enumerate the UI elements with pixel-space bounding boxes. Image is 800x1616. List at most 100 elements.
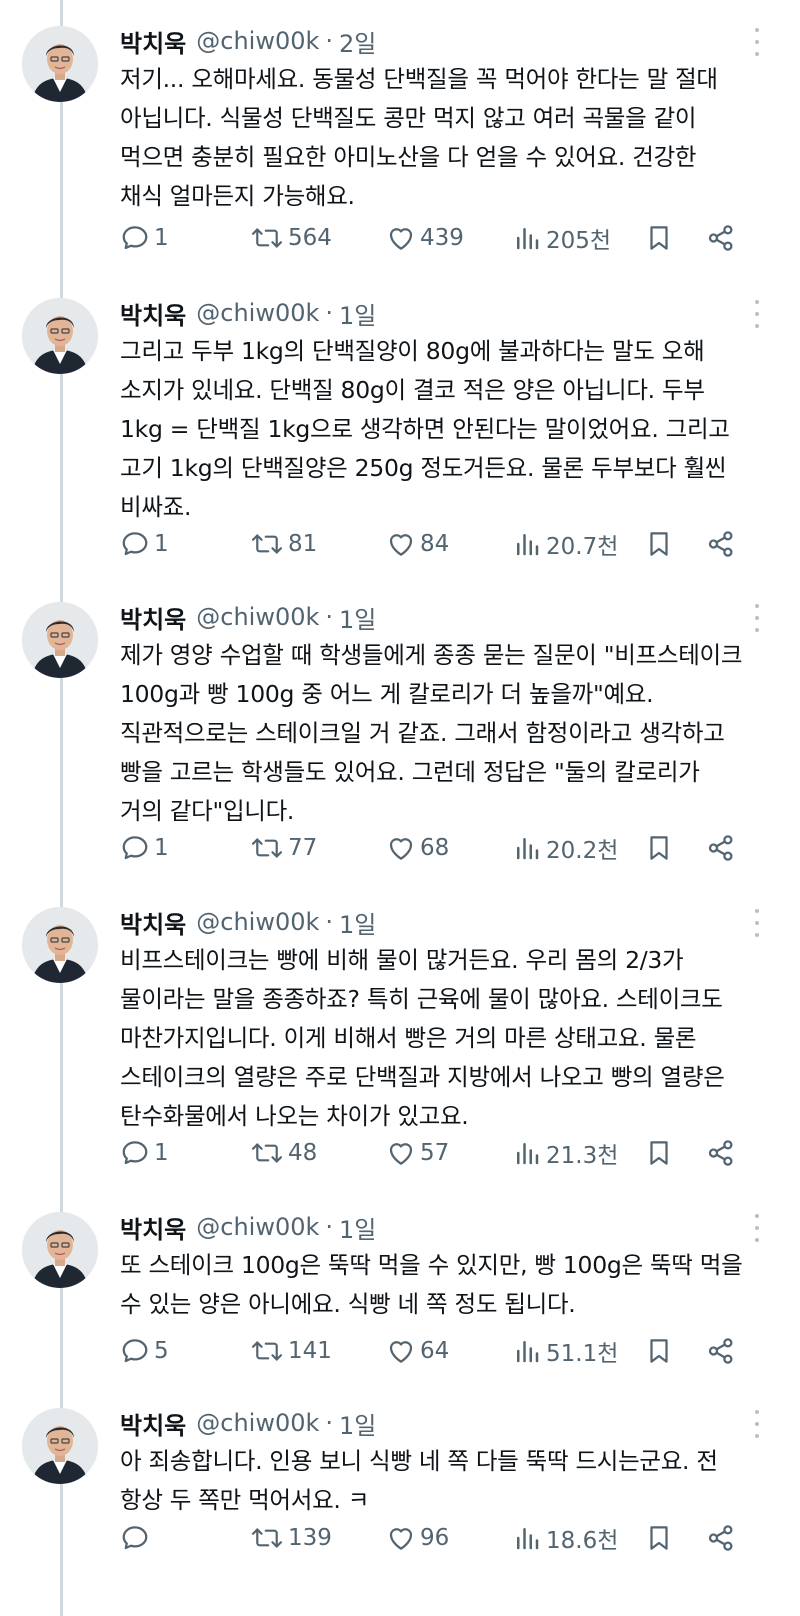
- timestamp[interactable]: 1일: [339, 905, 376, 940]
- like-button[interactable]: 84: [386, 524, 449, 564]
- bookmark-icon: [650, 1526, 668, 1550]
- share-button[interactable]: [706, 1133, 736, 1173]
- reply-count: 1: [154, 225, 169, 251]
- user-handle[interactable]: @chiw00k: [196, 299, 319, 327]
- like-count: 84: [420, 531, 450, 557]
- bookmark-icon: [650, 226, 668, 250]
- display-name[interactable]: 박치욱: [120, 600, 186, 635]
- retweet-count: 139: [288, 1525, 332, 1551]
- more-options-icon[interactable]: [752, 1214, 762, 1242]
- avatar[interactable]: [22, 907, 98, 983]
- retweet-icon: [251, 838, 283, 858]
- analytics-icon: [517, 1341, 539, 1363]
- avatar[interactable]: [22, 26, 98, 102]
- share-button[interactable]: [706, 828, 736, 868]
- more-options-icon[interactable]: [752, 1410, 762, 1438]
- retweet-icon: [251, 534, 283, 554]
- bookmark-button[interactable]: [644, 828, 674, 868]
- tweet[interactable]: 박치욱 @chiw00k · 1일 그리고 두부 1kg의 단백질양이 80g에…: [0, 272, 800, 577]
- user-handle[interactable]: @chiw00k: [196, 27, 319, 55]
- like-button[interactable]: 96: [386, 1518, 449, 1558]
- tweet[interactable]: 박치욱 @chiw00k · 2일 저기... 오해마세요. 동물성 단백질을 …: [0, 0, 800, 302]
- reply-button[interactable]: 1: [120, 828, 169, 868]
- timestamp[interactable]: 2일: [339, 24, 376, 59]
- like-button[interactable]: 64: [386, 1331, 449, 1371]
- like-button[interactable]: 68: [386, 828, 449, 868]
- share-button[interactable]: [706, 524, 736, 564]
- retweet-button[interactable]: 81: [250, 524, 317, 564]
- retweet-button[interactable]: 564: [250, 218, 332, 258]
- timestamp[interactable]: 1일: [339, 1210, 376, 1245]
- display-name[interactable]: 박치욱: [120, 905, 186, 940]
- like-count: 68: [420, 835, 450, 861]
- tweet-header: 박치욱 @chiw00k · 1일: [120, 905, 376, 939]
- like-count: 64: [420, 1338, 450, 1364]
- display-name[interactable]: 박치욱: [120, 1406, 186, 1441]
- more-options-icon[interactable]: [752, 300, 762, 328]
- analytics-icon: [517, 1528, 539, 1550]
- bookmark-button[interactable]: [644, 218, 674, 258]
- reply-button[interactable]: 1: [120, 1133, 169, 1173]
- bookmark-button[interactable]: [644, 524, 674, 564]
- views-button[interactable]: 18.6천: [512, 1518, 618, 1558]
- views-button[interactable]: 21.3천: [512, 1133, 618, 1173]
- views-button[interactable]: 20.2천: [512, 828, 618, 868]
- retweet-button[interactable]: 139: [250, 1518, 332, 1558]
- reply-button[interactable]: [120, 1518, 154, 1558]
- heart-icon: [389, 1143, 413, 1165]
- reply-button[interactable]: 1: [120, 524, 169, 564]
- like-button[interactable]: 439: [386, 218, 464, 258]
- display-name[interactable]: 박치욱: [120, 1210, 186, 1245]
- reply-icon: [122, 532, 148, 556]
- avatar-photo: [22, 907, 98, 983]
- display-name[interactable]: 박치욱: [120, 296, 186, 331]
- user-handle[interactable]: @chiw00k: [196, 603, 319, 631]
- tweet-text: 비프스테이크는 빵에 비해 물이 많거든요. 우리 몸의 2/3가 물이라는 말…: [120, 946, 725, 1130]
- user-handle[interactable]: @chiw00k: [196, 908, 319, 936]
- bookmark-button[interactable]: [644, 1518, 674, 1558]
- more-options-icon[interactable]: [752, 909, 762, 937]
- share-button[interactable]: [706, 1331, 736, 1371]
- reply-button[interactable]: 1: [120, 218, 169, 258]
- avatar[interactable]: [22, 298, 98, 374]
- retweet-button[interactable]: 48: [250, 1133, 317, 1173]
- reply-button[interactable]: 5: [120, 1331, 169, 1371]
- avatar[interactable]: [22, 1212, 98, 1288]
- more-options-icon[interactable]: [752, 28, 762, 56]
- view-count: 20.2천: [546, 838, 619, 864]
- tweet[interactable]: 박치욱 @chiw00k · 1일 제가 영양 수업할 때 학생들에게 종종 묻…: [0, 576, 800, 881]
- avatar[interactable]: [22, 1408, 98, 1484]
- share-button[interactable]: [706, 218, 736, 258]
- timestamp[interactable]: 1일: [339, 1406, 376, 1441]
- more-options-icon[interactable]: [752, 604, 762, 632]
- user-handle[interactable]: @chiw00k: [196, 1409, 319, 1437]
- reply-count: 1: [154, 531, 169, 557]
- tweet[interactable]: 박치욱 @chiw00k · 1일 아 죄송합니다. 인용 보니 식빵 네 쪽 …: [0, 1382, 800, 1616]
- display-name[interactable]: 박치욱: [120, 24, 186, 59]
- timestamp[interactable]: 1일: [339, 600, 376, 635]
- tweet-header: 박치욱 @chiw00k · 1일: [120, 296, 376, 330]
- action-bar: 1 564 439 205천: [120, 218, 770, 258]
- tweet-header: 박치욱 @chiw00k · 1일: [120, 600, 376, 634]
- view-count: 205천: [546, 228, 612, 254]
- share-button[interactable]: [706, 1518, 736, 1558]
- views-button[interactable]: 205천: [512, 218, 611, 258]
- retweet-button[interactable]: 141: [250, 1331, 332, 1371]
- action-bar: 139 96 18.6천: [120, 1518, 770, 1558]
- tweet[interactable]: 박치욱 @chiw00k · 1일 비프스테이크는 빵에 비해 물이 많거든요.…: [0, 881, 800, 1186]
- view-count: 51.1천: [546, 1341, 619, 1367]
- views-button[interactable]: 51.1천: [512, 1331, 618, 1371]
- bookmark-button[interactable]: [644, 1133, 674, 1173]
- like-button[interactable]: 57: [386, 1133, 449, 1173]
- retweet-button[interactable]: 77: [250, 828, 317, 868]
- retweet-count: 564: [288, 225, 332, 251]
- views-button[interactable]: 20.7천: [512, 524, 618, 564]
- user-handle[interactable]: @chiw00k: [196, 1213, 319, 1241]
- bookmark-button[interactable]: [644, 1331, 674, 1371]
- reply-icon: [122, 1339, 148, 1363]
- retweet-icon: [251, 228, 283, 248]
- tweet[interactable]: 박치욱 @chiw00k · 1일 또 스테이크 100g은 뚝딱 먹을 수 있…: [0, 1186, 800, 1382]
- timestamp[interactable]: 1일: [339, 296, 376, 331]
- avatar[interactable]: [22, 602, 98, 678]
- separator-dot: ·: [325, 299, 334, 327]
